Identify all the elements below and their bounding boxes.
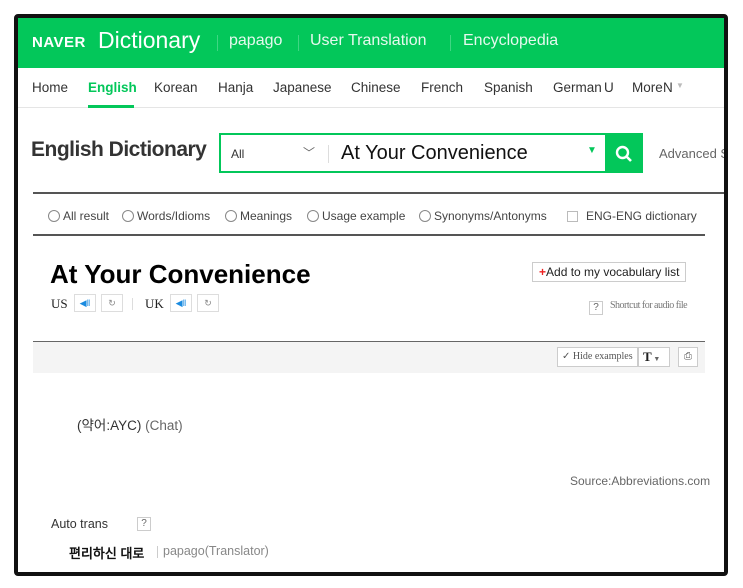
- nav-spanish[interactable]: Spanish: [484, 80, 533, 95]
- uk-repeat-icon[interactable]: ↻: [197, 294, 219, 312]
- nav-french[interactable]: French: [421, 80, 463, 95]
- print-icon[interactable]: ⎙: [678, 347, 698, 367]
- header-bar: NAVER Dictionary papago User Translation…: [18, 18, 724, 68]
- us-play-audio-icon[interactable]: ◀ǁ: [74, 294, 96, 312]
- page-title: English Dictionary: [31, 138, 207, 161]
- entry-word: At Your Convenience: [50, 259, 311, 289]
- divider: [33, 234, 705, 236]
- auto-trans-label: Auto trans: [51, 517, 108, 531]
- search-box: All ﹀ ▼: [219, 133, 643, 173]
- nav-english[interactable]: English: [88, 80, 137, 95]
- search-button[interactable]: [605, 133, 643, 173]
- divider: [217, 35, 218, 51]
- link-papago[interactable]: papago: [229, 32, 282, 50]
- nav-home[interactable]: Home: [32, 80, 68, 95]
- divider: [157, 546, 158, 558]
- browser-frame: NAVER Dictionary papago User Translation…: [14, 14, 728, 576]
- us-label: US: [51, 296, 68, 311]
- divider: [33, 192, 724, 194]
- new-badge: N: [663, 80, 673, 95]
- radio-synonyms-antonyms[interactable]: Synonyms/Antonyms: [419, 209, 547, 223]
- add-vocabulary-button[interactable]: +Add to my vocabulary list: [532, 262, 687, 282]
- divider: [328, 145, 329, 163]
- search-input[interactable]: [341, 139, 581, 167]
- link-user-translation[interactable]: User Translation: [310, 32, 427, 50]
- dictionary-title[interactable]: Dictionary: [98, 27, 200, 54]
- nav-hanja[interactable]: Hanja: [218, 80, 253, 95]
- font-size-button[interactable]: T ▼: [638, 347, 670, 367]
- link-encyclopedia[interactable]: Encyclopedia: [463, 32, 558, 50]
- nav-japanese[interactable]: Japanese: [273, 80, 332, 95]
- radio-words-idioms[interactable]: Words/Idioms: [122, 209, 210, 223]
- shortcut-audio-link[interactable]: Shortcut for audio file: [610, 300, 688, 311]
- nav-german[interactable]: German: [553, 80, 602, 95]
- nav-korean[interactable]: Korean: [154, 80, 198, 95]
- uk-play-audio-icon[interactable]: ◀ǁ: [170, 294, 192, 312]
- divider: [132, 298, 133, 310]
- hide-examples-button[interactable]: ✓ Hide examples: [557, 347, 638, 367]
- language-nav: Home English Korean Hanja Japanese Chine…: [18, 68, 724, 108]
- entry-toolbar: ✓ Hide examples T ▼ ⎙: [33, 341, 705, 373]
- more-caret-icon: ▼: [676, 81, 684, 90]
- radio-all-result[interactable]: All result: [48, 209, 109, 223]
- nav-chinese[interactable]: Chinese: [351, 80, 401, 95]
- radio-meanings[interactable]: Meanings: [225, 209, 292, 223]
- active-tab-indicator: [88, 105, 134, 108]
- check-icon: ✓: [562, 351, 573, 362]
- source-label: Source:Abbreviations.com: [570, 474, 711, 488]
- us-repeat-icon[interactable]: ↻: [101, 294, 123, 312]
- checkbox-eng-eng[interactable]: ENG-ENG dictionary: [567, 209, 697, 223]
- plus-icon: +: [539, 265, 547, 279]
- help-icon[interactable]: ?: [589, 301, 603, 315]
- scope-select[interactable]: All: [231, 147, 244, 161]
- uk-label: UK: [145, 296, 164, 311]
- auto-trans-help-icon[interactable]: ?: [137, 517, 151, 531]
- translator-credit[interactable]: papago(Translator): [163, 544, 269, 558]
- chevron-down-icon[interactable]: ﹀: [303, 144, 315, 161]
- update-badge: U: [604, 80, 614, 95]
- nav-more[interactable]: More: [632, 80, 663, 95]
- radio-usage-example[interactable]: Usage example: [307, 209, 405, 223]
- divider: [298, 35, 299, 51]
- naver-logo[interactable]: NAVER: [32, 34, 86, 51]
- advanced-search-link[interactable]: Advanced Search: [659, 146, 724, 161]
- autocomplete-toggle-icon[interactable]: ▼: [587, 145, 597, 156]
- translation-text: 편리하신 대로: [69, 546, 145, 561]
- definition: (약어:AYC) (Chat): [77, 418, 183, 433]
- search-icon: [615, 146, 632, 163]
- divider: [450, 35, 451, 51]
